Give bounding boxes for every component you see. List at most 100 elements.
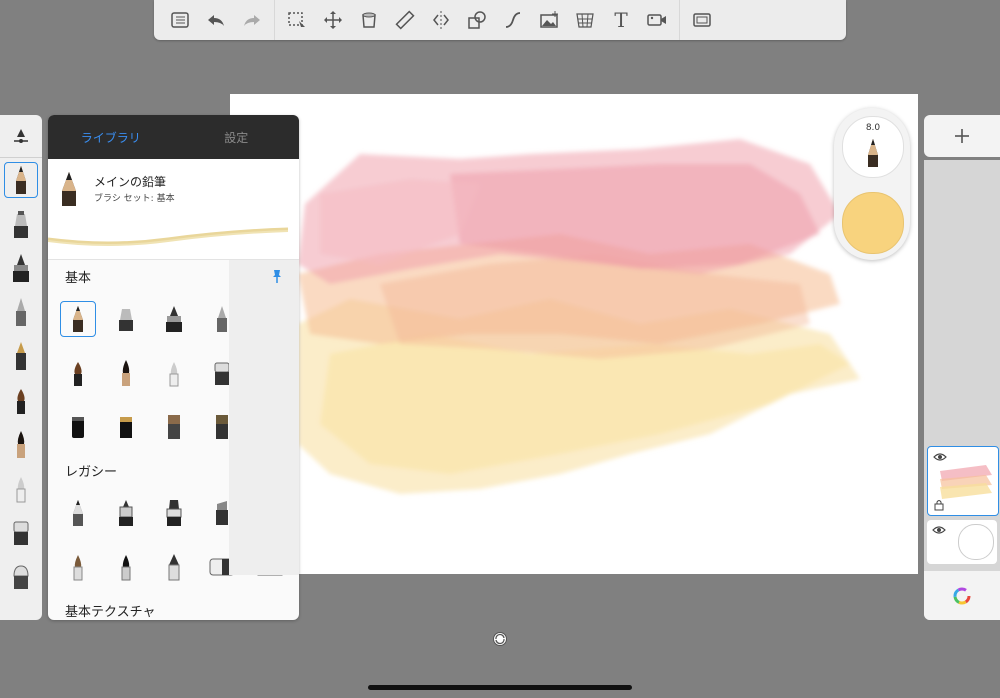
bristle-icon xyxy=(168,415,180,439)
layers-panel xyxy=(924,160,1000,620)
shape-icon[interactable] xyxy=(459,0,495,40)
brush-rail-toggle[interactable] xyxy=(0,115,42,158)
pencil-icon xyxy=(62,172,76,206)
color-wheel-button[interactable] xyxy=(924,571,1000,620)
pencil-icon xyxy=(16,166,26,194)
text-icon[interactable]: T xyxy=(603,0,639,40)
rail-brush-airbrush[interactable] xyxy=(0,290,42,334)
home-indicator[interactable] xyxy=(368,685,632,690)
legacy-brush[interactable] xyxy=(102,540,150,594)
add-layer-button[interactable] xyxy=(924,115,1000,157)
rail-brush-pen[interactable] xyxy=(0,334,42,378)
current-brush-set: ブラシ セット: 基本 xyxy=(94,194,175,204)
image-add-icon[interactable] xyxy=(531,0,567,40)
brush-paint[interactable] xyxy=(54,346,102,400)
pencil-icon xyxy=(73,306,83,332)
toolbar-divider xyxy=(679,0,680,40)
fullscreen-icon[interactable] xyxy=(684,0,720,40)
legacy-technical-pen[interactable] xyxy=(102,486,150,540)
paintbrush-icon xyxy=(74,362,82,386)
marker-icon xyxy=(166,500,182,526)
symmetry-icon[interactable] xyxy=(423,0,459,40)
canvas-rotate-reset-icon[interactable] xyxy=(492,631,508,647)
brush-pencil[interactable] xyxy=(54,292,102,346)
panel-stripe xyxy=(229,260,299,575)
rail-brush-soft[interactable] xyxy=(0,466,42,510)
fill-icon[interactable] xyxy=(351,0,387,40)
technical-pen-icon xyxy=(119,500,133,526)
redo-icon[interactable] xyxy=(234,0,270,40)
brush-adjust-icon xyxy=(14,129,28,143)
ink-brush-icon xyxy=(122,360,130,386)
brush-stroke-preview xyxy=(48,227,289,246)
brush-chisel[interactable] xyxy=(102,400,150,454)
paintbrush-icon xyxy=(121,555,131,581)
section-title-basic: 基本 xyxy=(48,260,299,292)
chisel-icon xyxy=(120,417,132,438)
inker-icon xyxy=(166,306,182,332)
selection-icon[interactable] xyxy=(279,0,315,40)
curve-icon[interactable] xyxy=(495,0,531,40)
rail-brush-paint[interactable] xyxy=(0,378,42,422)
airbrush-icon xyxy=(73,555,83,581)
section-title-basic-texture: 基本テクスチャ xyxy=(48,594,299,620)
brush-bristle[interactable] xyxy=(150,400,198,454)
airbrush-icon xyxy=(217,306,227,332)
pin-icon[interactable] xyxy=(272,269,282,283)
lock-icon[interactable] xyxy=(934,499,944,511)
rail-brush-soft-eraser[interactable] xyxy=(0,554,42,598)
plus-icon xyxy=(955,129,969,143)
section-title-label: 基本 xyxy=(65,270,92,286)
brush-size-control[interactable]: 8.0 xyxy=(842,116,904,178)
rail-brush-eraser[interactable] xyxy=(0,510,42,554)
brush-soft[interactable] xyxy=(150,346,198,400)
rail-brush-pencil[interactable] xyxy=(0,158,42,202)
eye-icon[interactable] xyxy=(932,525,946,535)
legacy-marker[interactable] xyxy=(150,486,198,540)
tab-settings[interactable]: 設定 xyxy=(174,115,300,159)
brush-blender[interactable] xyxy=(54,400,102,454)
marker-icon xyxy=(119,309,133,331)
canvas-artwork xyxy=(298,139,860,494)
ruler-icon[interactable] xyxy=(387,0,423,40)
legacy-nib-pen[interactable] xyxy=(150,540,198,594)
rail-brush-marker[interactable] xyxy=(0,202,42,246)
list-icon[interactable] xyxy=(162,0,198,40)
brush-puck: 8.0 xyxy=(834,108,910,260)
brush-marker[interactable] xyxy=(102,292,150,346)
layer-preview xyxy=(940,465,992,499)
layer-thumbnail-paint[interactable] xyxy=(927,446,999,516)
current-brush-name: メインの鉛筆 xyxy=(94,175,167,189)
brush-library-panel: ライブラリ 設定 メインの鉛筆 ブラシ セット: 基本 基本 レガシー 基本テク… xyxy=(48,115,299,620)
legacy-pencil[interactable] xyxy=(54,486,102,540)
drawing-canvas[interactable] xyxy=(230,94,918,574)
brush-inker[interactable] xyxy=(150,292,198,346)
rail-brush-ink[interactable] xyxy=(0,422,42,466)
layer-thumbnail-background[interactable] xyxy=(927,520,997,564)
textured-icon xyxy=(216,415,228,439)
section-title-legacy: レガシー xyxy=(48,454,299,486)
airbrush-icon xyxy=(16,298,26,326)
panel-tabs: ライブラリ 設定 xyxy=(48,115,299,159)
move-icon[interactable] xyxy=(315,0,351,40)
pen-icon xyxy=(16,342,26,370)
paintbrush-icon xyxy=(17,389,25,414)
undo-icon[interactable] xyxy=(198,0,234,40)
video-icon[interactable] xyxy=(639,0,675,40)
tab-library[interactable]: ライブラリ xyxy=(48,115,174,159)
blender-icon xyxy=(72,417,84,438)
legacy-airbrush[interactable] xyxy=(54,540,102,594)
rail-brush-inker[interactable] xyxy=(0,246,42,290)
brush-rail xyxy=(0,115,42,620)
brush-color-swatch[interactable] xyxy=(842,192,904,254)
brush-ink[interactable] xyxy=(102,346,150,400)
current-brush[interactable]: メインの鉛筆 ブラシ セット: 基本 xyxy=(48,159,299,260)
soft-brush-icon xyxy=(169,362,179,387)
marker-icon xyxy=(14,211,28,238)
perspective-icon[interactable] xyxy=(567,0,603,40)
section-title-label: レガシー xyxy=(65,464,118,480)
eraser-icon xyxy=(13,521,29,545)
background-color-dot[interactable] xyxy=(958,524,994,560)
inker-icon xyxy=(13,254,29,282)
pencil-icon xyxy=(73,500,83,526)
